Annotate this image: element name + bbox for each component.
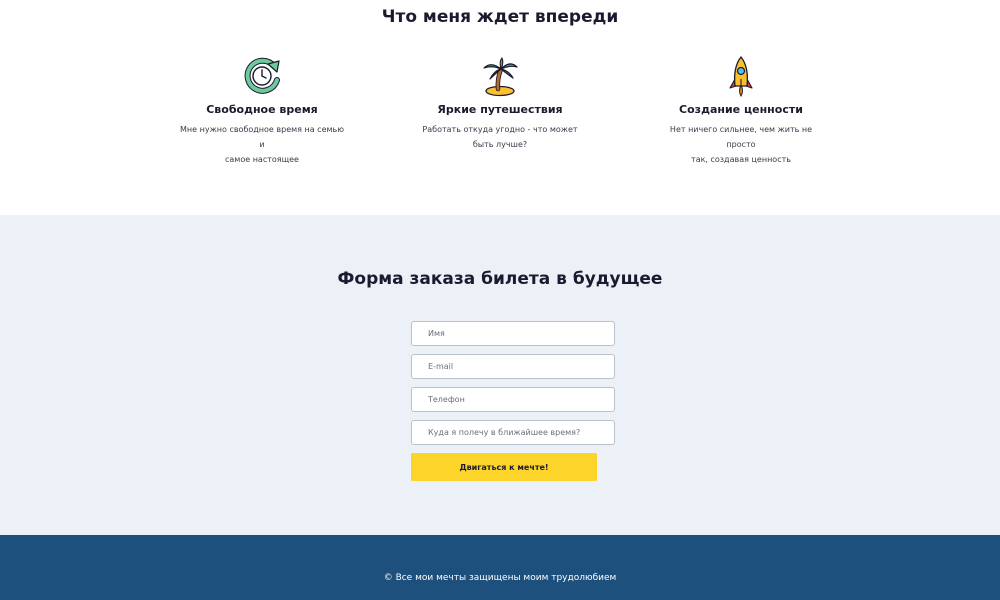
feature-description: Работать откуда угодно - что может быть л…: [422, 125, 578, 149]
clock-cycle-icon: [242, 55, 282, 97]
feature-travel: Яркие путешествия Работать откуда угодно…: [400, 55, 600, 152]
feature-description: Мне нужно свободное время на семью и само…: [180, 125, 344, 164]
feature-title: Яркие путешествия: [437, 103, 563, 116]
features-section: Что меня ждет впереди Свободное время Мн…: [0, 0, 1000, 215]
features-title: Что меня ждет впереди: [381, 7, 619, 27]
email-input[interactable]: [411, 354, 615, 379]
feature-title: Создание ценности: [679, 103, 803, 116]
feature-title: Свободное время: [206, 103, 318, 116]
palm-island-icon: [480, 55, 520, 97]
feature-free-time: Свободное время Мне нужно свободное врем…: [162, 55, 362, 167]
footer-copyright: © Все мои мечты защищены моим трудолюбие…: [383, 573, 617, 583]
order-form-section: Форма заказа билета в будущее Двигаться …: [0, 215, 1000, 535]
destination-input[interactable]: [411, 420, 615, 445]
feature-description: Нет ничего сильнее, чем жить не просто та…: [669, 125, 813, 164]
submit-button[interactable]: Двигаться к мечте!: [411, 453, 597, 481]
rocket-icon: [721, 55, 761, 97]
name-input[interactable]: [411, 321, 615, 346]
phone-input[interactable]: [411, 387, 615, 412]
order-form-title: Форма заказа билета в будущее: [337, 269, 663, 289]
feature-value: Создание ценности Нет ничего сильнее, че…: [641, 55, 841, 167]
footer: © Все мои мечты защищены моим трудолюбие…: [0, 535, 1000, 600]
